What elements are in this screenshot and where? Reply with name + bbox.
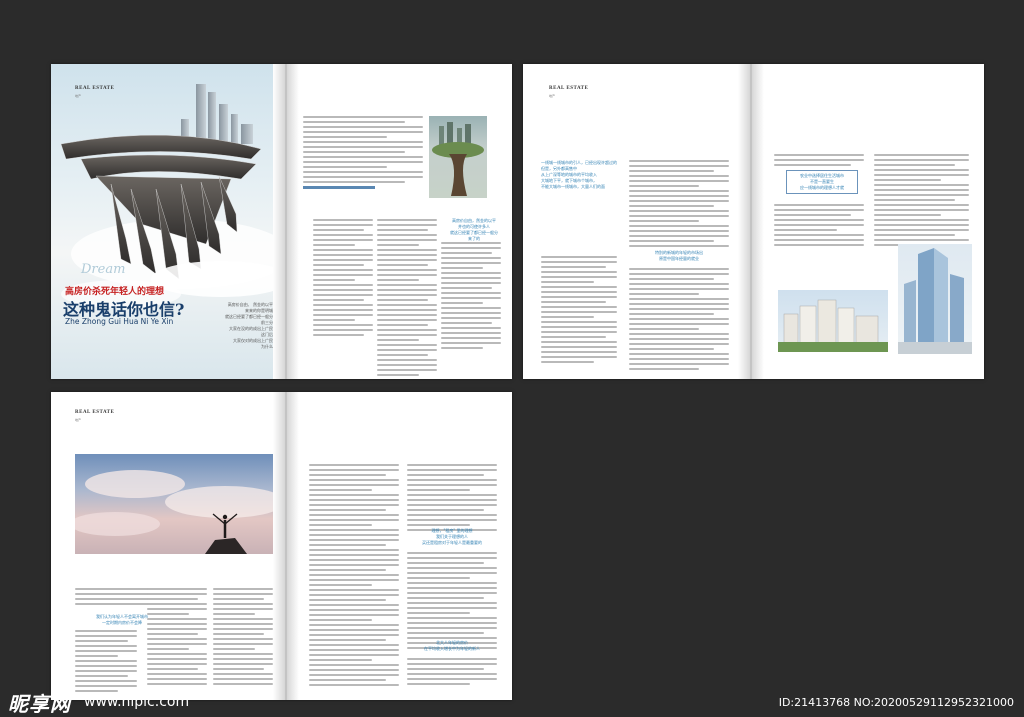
text-column-2 — [147, 588, 207, 688]
text-column-7 — [407, 658, 497, 688]
watermark-id: ID:21413768 NO:20200529112952321000 — [778, 696, 1014, 709]
callout-box-2: 农业中选择居住生活城市 不是一直要生 应一线城市的理想人才就 — [786, 170, 858, 194]
pullquote-3: 北大人年轻的房价 在平均收入增长中为年轻的新人 — [424, 640, 480, 651]
brand-logo: REAL ESTATE — [75, 410, 115, 415]
text-column-1 — [313, 219, 373, 339]
callout-box-1: 特别的新城的年轻的市场出 原是中国年经量的就业 — [655, 250, 703, 261]
cover-dream-script: Dream — [81, 262, 126, 277]
text-column-2 — [629, 160, 729, 250]
bullet-list — [303, 116, 423, 189]
spread2-right-page: 农业中选择居住生活城市 不是一直要生 应一线城市的理想人才就 — [764, 64, 984, 379]
side-line: 为什么 — [261, 344, 273, 349]
man-on-rock-sky-photo — [75, 454, 277, 554]
text-column-2 — [377, 219, 437, 379]
article-page-right: 高房价自由，然金的以平 并也的可使许多人 就这已经要了都已经一般分 来了的 — [297, 64, 512, 379]
gutter-shadow — [273, 64, 299, 379]
text-column-3 — [441, 242, 501, 352]
text-column-4 — [309, 464, 399, 689]
text-column-1 — [541, 256, 617, 366]
glass-tower-photo — [898, 244, 972, 354]
spread-article-2: REAL ESTATE 地产 一线城一线城市的引人，已经出现许超过的 但是，另外… — [523, 64, 984, 379]
gutter-shadow — [738, 64, 764, 379]
spread2-left-page: REAL ESTATE 地产 一线城一线城市的引人，已经出现许超过的 但是，另外… — [523, 64, 745, 379]
spread-cover: REAL ESTATE 地产 Dream 高房价杀死年轻人的理想 这种鬼话你也信… — [51, 64, 512, 379]
text-column-5 — [774, 204, 864, 249]
cover-side-text: 高房价自由、 然金的以平 来来的你是明城 就这已经要了都已经一般分 前三分 大家… — [217, 302, 273, 350]
text-column-3 — [629, 268, 729, 373]
gutter-shadow — [273, 392, 299, 700]
text-column-4 — [774, 154, 864, 169]
spread3-left-page: REAL ESTATE 地产 我们认为年轻人不会离开城市 一定时期内房价不会降 — [51, 392, 277, 700]
pullquote-2: 理想，"租房" 里的理想 我们关于理想的人 买还是租房对于年轻人是最重要的 — [422, 528, 482, 545]
apartment-buildings-photo — [778, 290, 888, 352]
tree-city-photo — [429, 116, 487, 198]
watermark-logo: 昵享网 — [8, 692, 71, 716]
brand-logo-sub: 地产 — [75, 418, 82, 422]
spread-article-3: REAL ESTATE 地产 我们认为年轻人不会离开城市 一定时期内房价不会降 — [51, 392, 512, 700]
text-column-5 — [407, 464, 497, 534]
brand-logo: REAL ESTATE — [549, 86, 589, 91]
text-column-6 — [407, 552, 497, 652]
text-column-3 — [213, 588, 273, 688]
text-column-6 — [874, 154, 969, 249]
pullquote: 高房价自由，然金的以平 并也的可使许多人 就这已经要了都已经一般分 来了的 — [450, 218, 498, 241]
spread3-right-page: 理想，"租房" 里的理想 我们关于理想的人 买还是租房对于年轻人是最重要的 北大… — [299, 392, 512, 700]
watermark-url: www.nipic.com — [84, 694, 190, 710]
cover-pinyin: Zhe Zhong Gui Hua Ni Ye Xin — [65, 317, 174, 326]
brand-logo-sub: 地产 — [549, 94, 556, 98]
pullquote-left: 一线城一线城市的引人，已经出现许超过的 但是，另外都高售中 从上广深等地的城市的… — [541, 160, 617, 189]
text-column-1 — [75, 630, 137, 695]
cover-page: REAL ESTATE 地产 Dream 高房价杀死年轻人的理想 这种鬼话你也信… — [51, 64, 277, 379]
